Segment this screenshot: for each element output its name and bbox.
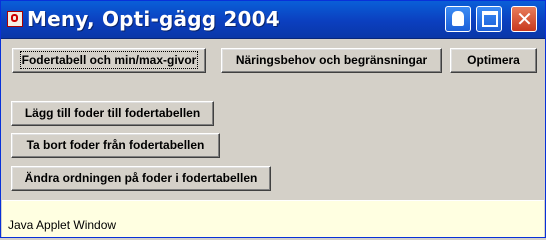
reorder-feed-button-label: Ändra ordningen på foder i fodertabellen — [24, 171, 258, 185]
remove-feed-button-label: Ta bort foder från fodertabellen — [26, 138, 205, 152]
java-app-icon[interactable] — [7, 11, 23, 27]
application-window: Meny, Opti-gägg 2004 ✕ Fodertabell och m… — [0, 0, 546, 238]
title-bar[interactable]: Meny, Opti-gägg 2004 ✕ — [1, 1, 545, 39]
remove-feed-button[interactable]: Ta bort foder från fodertabellen — [11, 133, 220, 158]
naringsbehov-button[interactable]: Näringsbehov och begränsningar — [221, 48, 442, 73]
minimize-icon — [452, 11, 464, 26]
reorder-feed-button[interactable]: Ändra ordningen på foder i fodertabellen — [11, 166, 271, 191]
close-button[interactable]: ✕ — [511, 6, 537, 32]
add-feed-button-label: Lägg till foder till fodertabellen — [24, 106, 201, 120]
optimera-button[interactable]: Optimera — [450, 48, 537, 73]
minimize-button[interactable] — [445, 6, 471, 32]
maximize-icon — [482, 11, 498, 27]
applet-warning-text: Java Applet Window — [8, 218, 117, 232]
window-title: Meny, Opti-gägg 2004 — [27, 7, 280, 31]
naringsbehov-button-label: Näringsbehov och begränsningar — [235, 53, 428, 67]
maximize-button[interactable] — [476, 6, 502, 32]
close-icon: ✕ — [516, 7, 533, 31]
add-feed-button[interactable]: Lägg till foder till fodertabellen — [11, 101, 214, 126]
optimera-button-label: Optimera — [467, 53, 520, 67]
fodertabell-button[interactable]: Fodertabell och min/max-givor — [12, 48, 206, 73]
applet-warning-bar: Java Applet Window — [2, 200, 544, 237]
fodertabell-button-label: Fodertabell och min/max-givor — [19, 51, 199, 69]
